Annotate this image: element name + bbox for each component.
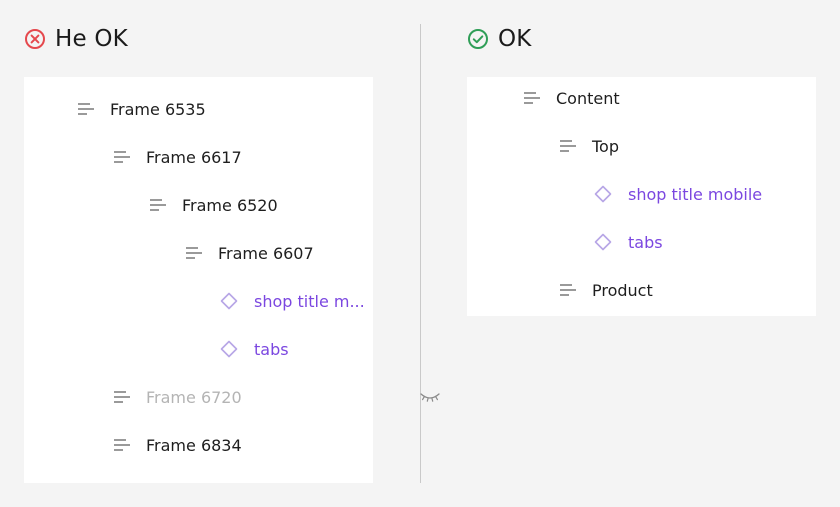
layer-row-frame-6834[interactable]: Frame 6834: [110, 421, 242, 469]
layer-label: Frame 6535: [110, 99, 206, 119]
layer-label: Product: [592, 280, 653, 300]
bad-example-header: He OK: [24, 24, 128, 54]
auto-layout-frame-icon: [114, 439, 130, 451]
component-instance-diamond-icon: [220, 340, 238, 358]
error-x-circle-icon: [25, 29, 45, 49]
layer-row-frame-6617[interactable]: Frame 6617: [110, 133, 242, 181]
layer-label: shop title mobile: [628, 184, 763, 204]
layer-row-frame-6720[interactable]: Frame 6720: [110, 373, 440, 421]
layer-label: tabs: [254, 339, 289, 359]
layer-label: Frame 6834: [146, 435, 242, 455]
good-example-layers-panel: Content Top shop title mobile tabs Produ…: [467, 77, 816, 316]
layer-label: Frame 6520: [182, 195, 278, 215]
layer-label: Top: [592, 136, 619, 156]
bad-example-title: He OK: [55, 26, 128, 52]
layer-label: Frame 6617: [146, 147, 242, 167]
auto-layout-frame-icon: [560, 284, 576, 296]
column-divider: [420, 24, 421, 483]
auto-layout-frame-icon: [150, 199, 166, 211]
layer-row-tabs[interactable]: tabs: [592, 218, 663, 266]
auto-layout-frame-icon: [114, 151, 130, 163]
layer-row-frame-6535[interactable]: Frame 6535: [74, 85, 206, 133]
auto-layout-frame-icon: [186, 247, 202, 259]
layer-row-tabs[interactable]: tabs: [218, 325, 289, 373]
layer-label: Frame 6607: [218, 243, 314, 263]
layer-label: Frame 6720: [146, 387, 242, 407]
auto-layout-frame-icon: [78, 103, 94, 115]
auto-layout-frame-icon: [114, 391, 130, 403]
layer-row-shop-title[interactable]: shop title m...: [218, 277, 365, 325]
layer-row-frame-6607[interactable]: Frame 6607: [182, 229, 314, 277]
layer-row-product[interactable]: Product: [556, 266, 653, 314]
good-example-title: OK: [498, 26, 532, 52]
good-example-header: OK: [467, 24, 532, 54]
bad-example-layers-panel: Frame 6535 Frame 6617 Frame 6520 Frame 6…: [24, 77, 440, 483]
layer-row-frame-6520[interactable]: Frame 6520: [146, 181, 278, 229]
layer-row-top[interactable]: Top: [556, 122, 619, 170]
hidden-eye-icon[interactable]: [419, 390, 441, 404]
layer-row-content[interactable]: Content: [520, 74, 620, 122]
success-check-circle-icon: [468, 29, 488, 49]
layer-label: Content: [556, 88, 620, 108]
component-instance-diamond-icon: [594, 185, 612, 203]
auto-layout-frame-icon: [524, 92, 540, 104]
layer-label: shop title m...: [254, 291, 365, 311]
component-instance-diamond-icon: [594, 233, 612, 251]
auto-layout-frame-icon: [560, 140, 576, 152]
component-instance-diamond-icon: [220, 292, 238, 310]
layer-row-shop-title-mobile[interactable]: shop title mobile: [592, 170, 762, 218]
layer-label: tabs: [628, 232, 663, 252]
